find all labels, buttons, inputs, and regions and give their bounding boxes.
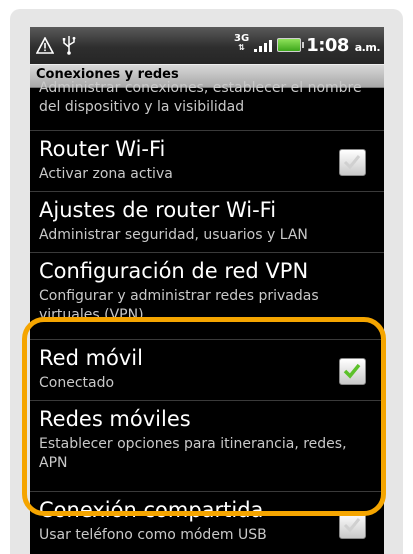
clock: 1:08 a.m.: [306, 34, 380, 56]
item-title: Conexión compartida: [39, 498, 264, 522]
list-item-wifi-router[interactable]: Router Wi-Fi Activar zona activa: [30, 130, 384, 191]
list-item-tethering[interactable]: Conexión compartida Usar teléfono como m…: [30, 491, 384, 554]
check-icon: [343, 518, 361, 533]
list-item-mobile-network[interactable]: Red móvil Conectado: [30, 339, 384, 400]
phone-screen: 3G ⇅ 1:08 a.m. Conexiones y redes Adminis…: [30, 27, 384, 554]
signal-icon: [254, 38, 273, 52]
item-title: Ajustes de router Wi-Fi: [39, 198, 277, 222]
item-subtitle: Conectado: [39, 375, 115, 391]
list-item-connections[interactable]: Administrar conexiones, establecer el no…: [30, 79, 384, 127]
item-title: Redes móviles: [39, 407, 191, 431]
item-subtitle: Activar zona activa: [39, 166, 173, 182]
item-title: Red móvil: [39, 346, 143, 370]
wifi-router-checkbox[interactable]: [339, 149, 366, 176]
item-subtitle: Usar teléfono como módem USB: [39, 527, 267, 543]
battery-icon: [277, 38, 305, 52]
item-title: Router Wi-Fi: [39, 137, 166, 161]
warning-icon: [36, 36, 54, 54]
check-icon: [343, 363, 361, 379]
item-subtitle: Configurar y administrar redes privadas …: [39, 288, 319, 323]
usb-icon: [62, 36, 76, 55]
list-item-vpn[interactable]: Configuración de red VPN Configurar y ad…: [30, 252, 384, 323]
list-item-mobile-networks[interactable]: Redes móviles Establecer opciones para i…: [30, 400, 384, 491]
check-icon: [343, 155, 361, 170]
item-subtitle: Administrar conexiones, establecer el no…: [39, 80, 362, 115]
network-type-icon: 3G ⇅: [234, 33, 250, 53]
item-subtitle: Establecer opciones para itinerancia, re…: [39, 436, 347, 471]
list-item-wifi-router-settings[interactable]: Ajustes de router Wi-Fi Administrar segu…: [30, 191, 384, 252]
item-title: Configuración de red VPN: [39, 259, 309, 283]
item-subtitle: Administrar seguridad, usuarios y LAN: [39, 227, 308, 243]
tethering-checkbox[interactable]: [339, 512, 366, 539]
mobile-network-checkbox[interactable]: [339, 358, 366, 385]
status-bar: 3G ⇅ 1:08 a.m.: [30, 27, 384, 64]
